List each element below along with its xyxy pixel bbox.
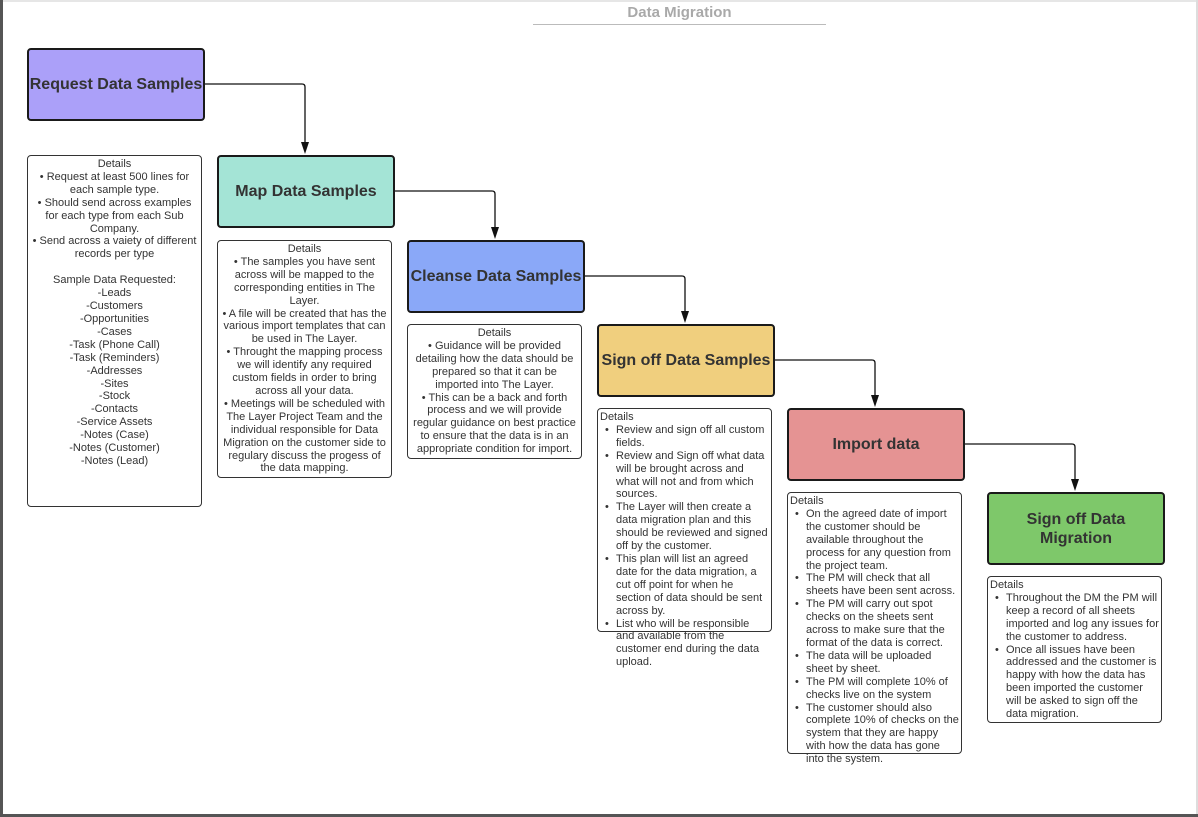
details-list: Throughout the DM the PM will keep a rec… xyxy=(990,592,1159,721)
arrowhead-icon xyxy=(1071,479,1079,491)
step-title: Import data xyxy=(832,436,920,453)
step-box-map: Map Data Samples xyxy=(217,155,395,228)
details-box-request: DetailsRequest at least 500 lines for ea… xyxy=(27,155,202,507)
step-title: Sign off Data Migration xyxy=(1026,510,1126,547)
details-box-import: DetailsOn the agreed date of import the … xyxy=(787,492,962,765)
details-bullet: Throughout the DM the PM will keep a rec… xyxy=(995,592,1159,644)
details-box-signoff-samples: DetailsReview and sign off all custom fi… xyxy=(597,408,772,668)
details-heading: Details xyxy=(477,327,512,339)
connector-line xyxy=(395,190,496,229)
details-bullet: The Layer will then create a data migrat… xyxy=(605,501,769,553)
details-bullet: On the agreed date of import the custome… xyxy=(795,508,959,573)
step-title: Cleanse Data Samples xyxy=(410,268,582,285)
details-heading: Details xyxy=(790,495,824,507)
connector-line xyxy=(585,275,686,313)
details-bullet: Once all issues have been addressed and … xyxy=(995,644,1159,721)
sample-data-item: -Task (Phone Call) xyxy=(69,338,160,351)
details-bullet: Throught the mapping process we will ide… xyxy=(220,346,389,398)
details-bullet: Review and Sign off what data will be br… xyxy=(605,450,769,502)
sample-data-item: -Notes (Customer) xyxy=(69,442,160,455)
details-heading: Details xyxy=(287,243,322,255)
details-heading: Details xyxy=(600,411,634,423)
details-bullet: The data will be uploaded sheet by sheet… xyxy=(795,650,959,676)
step-title: Sign off Data Samples xyxy=(601,352,771,369)
sample-data-heading: Sample Data Requested: xyxy=(53,274,176,287)
details-box-cleanse: DetailsGuidance will be provided detaili… xyxy=(407,324,582,459)
step-title: Map Data Samples xyxy=(235,183,377,200)
step-box-signoff-migration: Sign off Data Migration xyxy=(987,492,1165,565)
arrowhead-icon xyxy=(681,311,689,323)
connector-line xyxy=(775,359,876,397)
step-box-signoff-samples: Sign off Data Samples xyxy=(597,324,775,397)
details-heading: Details xyxy=(990,579,1024,591)
details-list: On the agreed date of import the custome… xyxy=(790,508,959,766)
sample-data-item: -Leads xyxy=(97,287,132,300)
details-box-signoff-migration: DetailsThroughout the DM the PM will kee… xyxy=(987,576,1162,723)
sample-data-item: -Notes (Lead) xyxy=(80,454,149,467)
sample-data-item: -Sites xyxy=(100,377,129,390)
sample-data-item: -Stock xyxy=(98,390,131,403)
arrowhead-icon xyxy=(871,395,879,407)
details-bullet: This plan will list an agreed date for t… xyxy=(605,553,769,618)
sample-data-item: -Task (Reminders) xyxy=(69,351,160,364)
arrowhead-icon xyxy=(491,227,499,239)
step-title: Request Data Samples xyxy=(29,76,203,93)
details-bullet: Guidance will be provided detailing how … xyxy=(410,340,579,392)
details-bullet: Review and sign off all custom fields. xyxy=(605,424,769,450)
sample-data-item: -Contacts xyxy=(90,403,139,416)
details-list: Review and sign off all custom fields.Re… xyxy=(600,424,769,669)
details-bullet: The PM will complete 10% of checks live … xyxy=(795,676,959,702)
details-bullet: This can be a back and forth process and… xyxy=(410,392,579,457)
details-bullet: Meetings will be scheduled with The Laye… xyxy=(220,398,389,475)
sample-data-item: -Opportunities xyxy=(79,312,150,325)
details-box-map: DetailsThe samples you have sent across … xyxy=(217,240,392,478)
details-list: Guidance will be provided detailing how … xyxy=(410,340,579,456)
sample-data-item: -Customers xyxy=(86,300,143,313)
details-bullet: Should send across examples for each typ… xyxy=(30,197,199,236)
details-bullet: The customer should also complete 10% of… xyxy=(795,702,959,767)
details-bullet: A file will be created that has the vari… xyxy=(220,308,389,347)
details-list: Request at least 500 lines for each samp… xyxy=(30,171,199,261)
details-bullet: Request at least 500 lines for each samp… xyxy=(30,171,199,197)
step-box-cleanse: Cleanse Data Samples xyxy=(407,240,585,313)
details-bullet: Send across a vaiety of different record… xyxy=(30,235,199,261)
step-box-request: Request Data Samples xyxy=(27,48,205,121)
details-bullet: The PM will check that all sheets have b… xyxy=(795,572,959,598)
details-bullet: List who will be responsible and availab… xyxy=(605,618,769,670)
connector-line xyxy=(965,443,1076,481)
details-heading: Details xyxy=(97,158,132,170)
details-bullet: The samples you have sent across will be… xyxy=(220,256,389,308)
sample-data-item: -Service Assets xyxy=(76,416,153,429)
details-bullet: The PM will carry out spot checks on the… xyxy=(795,598,959,650)
connector-line xyxy=(205,83,306,144)
details-list: The samples you have sent across will be… xyxy=(220,256,389,475)
sample-data-item: -Cases xyxy=(97,325,132,338)
arrowhead-icon xyxy=(301,142,309,154)
step-box-import: Import data xyxy=(787,408,965,481)
sample-data-item: -Notes (Case) xyxy=(80,429,149,442)
sample-data-item: -Addresses xyxy=(86,364,143,377)
